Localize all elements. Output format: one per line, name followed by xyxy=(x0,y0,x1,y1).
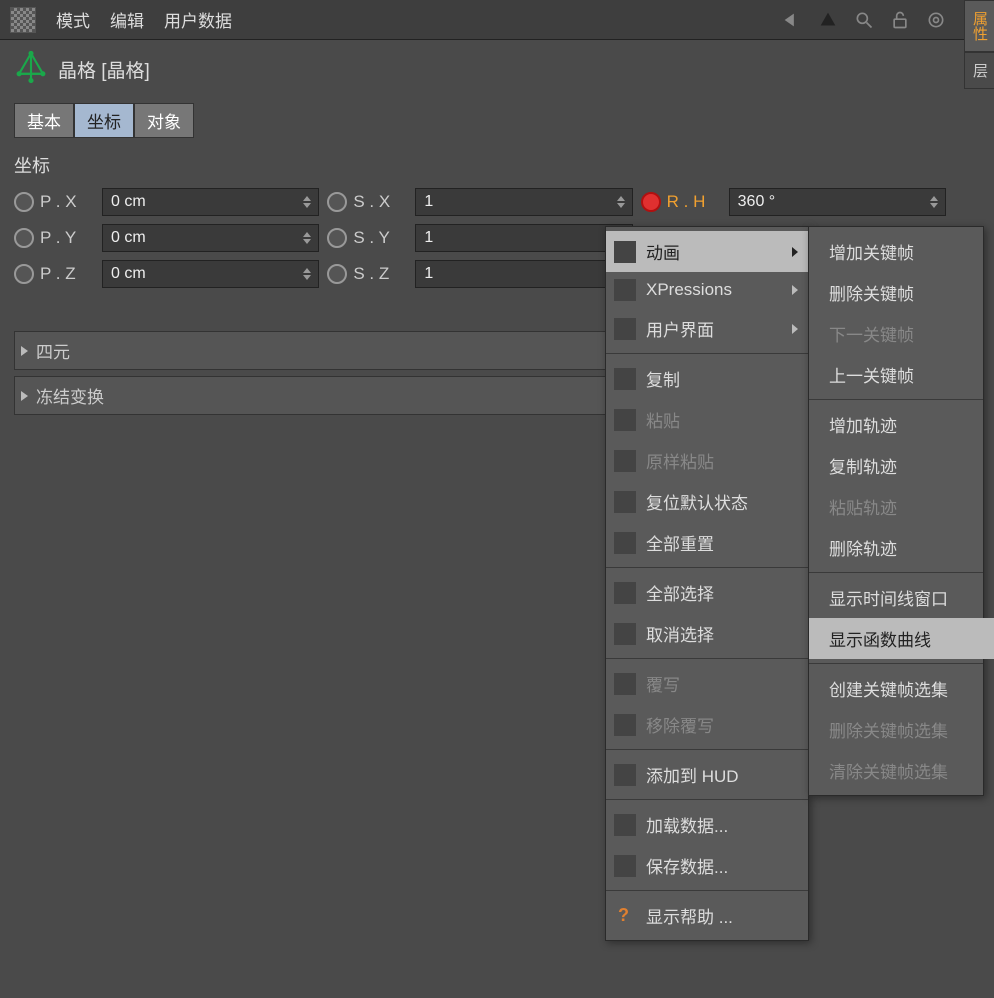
ctx-clear-keyset[interactable]: 清除关键帧选集 xyxy=(809,750,994,791)
mode-icon[interactable] xyxy=(10,7,36,33)
label-rh: R . H xyxy=(667,192,723,212)
ctx-copy-track[interactable]: 复制轨迹 xyxy=(809,445,994,486)
coord-sy: S . Y 1 xyxy=(327,224,632,252)
nav-up-icon[interactable] xyxy=(816,8,840,32)
spinner-icon[interactable] xyxy=(300,190,314,214)
section-title-coordinates: 坐标 xyxy=(14,152,946,178)
keyframe-dot-sx[interactable] xyxy=(327,192,347,212)
field-sx[interactable]: 1 xyxy=(415,188,632,216)
spinner-icon[interactable] xyxy=(300,226,314,250)
spinner-icon[interactable] xyxy=(614,190,628,214)
target-icon[interactable] xyxy=(924,8,948,32)
lock-icon[interactable] xyxy=(888,8,912,32)
tab-object[interactable]: 对象 xyxy=(134,103,194,138)
ctx-paste[interactable]: 粘贴 xyxy=(606,399,808,440)
ctx-next-keyframe[interactable]: 下一关键帧 xyxy=(809,313,994,354)
ctx-animation[interactable]: 动画 xyxy=(606,231,808,272)
coord-px: P . X 0 cm xyxy=(14,188,319,216)
ctx-paste-track[interactable]: 粘贴轨迹 xyxy=(809,486,994,527)
ctx-add-hud[interactable]: 添加到 HUD xyxy=(606,754,808,795)
field-sz[interactable]: 1 xyxy=(415,260,632,288)
ctx-delete-track[interactable]: 删除轨迹 xyxy=(809,527,994,568)
label-pz: P . Z xyxy=(40,264,96,284)
triangle-right-icon xyxy=(21,391,28,401)
field-px[interactable]: 0 cm xyxy=(102,188,319,216)
ctx-deselect[interactable]: 取消选择 xyxy=(606,613,808,654)
label-sx: S . X xyxy=(353,192,409,212)
ctx-reset-default[interactable]: 复位默认状态 xyxy=(606,481,808,522)
ctx-paste-identical[interactable]: 原样粘贴 xyxy=(606,440,808,481)
ctx-select-all[interactable]: 全部选择 xyxy=(606,572,808,613)
object-header: 晶格 [晶格] xyxy=(14,50,946,89)
ctx-show-timeline[interactable]: 显示时间线窗口 xyxy=(809,577,994,618)
keyframe-dot-sy[interactable] xyxy=(327,228,347,248)
keyframe-dot-pz[interactable] xyxy=(14,264,34,284)
menu-edit[interactable]: 编辑 xyxy=(110,7,144,32)
object-type-icon xyxy=(14,50,48,89)
context-menu-animation: 增加关键帧 删除关键帧 下一关键帧 上一关键帧 增加轨迹 复制轨迹 粘贴轨迹 删… xyxy=(808,226,984,796)
ctx-delete-keyframe[interactable]: 删除关键帧 xyxy=(809,272,994,313)
spinner-icon[interactable] xyxy=(927,190,941,214)
search-icon[interactable] xyxy=(852,8,876,32)
coord-py: P . Y 0 cm xyxy=(14,224,319,252)
nav-back-icon[interactable] xyxy=(780,8,804,32)
label-sy: S . Y xyxy=(353,228,409,248)
field-py[interactable]: 0 cm xyxy=(102,224,319,252)
ctx-userinterface[interactable]: 用户界面 xyxy=(606,308,808,349)
spinner-icon[interactable] xyxy=(300,262,314,286)
ctx-delete-keyset[interactable]: 删除关键帧选集 xyxy=(809,709,994,750)
coord-pz: P . Z 0 cm xyxy=(14,260,319,288)
keyframe-dot-rh[interactable] xyxy=(641,192,661,212)
toolbar: 模式 编辑 用户数据 xyxy=(0,0,994,40)
ctx-remove-override[interactable]: 移除覆写 xyxy=(606,704,808,745)
ctx-create-keyset[interactable]: 创建关键帧选集 xyxy=(809,668,994,709)
ctx-load-data[interactable]: 加载数据... xyxy=(606,804,808,845)
coord-sz: S . Z 1 xyxy=(327,260,632,288)
context-menu-main: 动画 XPressions 用户界面 复制 粘贴 原样粘贴 复位默认状态 全部重… xyxy=(605,226,809,941)
keyframe-dot-px[interactable] xyxy=(14,192,34,212)
help-icon: ? xyxy=(618,905,629,926)
side-tabs: 属性 层 xyxy=(964,0,994,89)
keyframe-dot-py[interactable] xyxy=(14,228,34,248)
side-tab-attributes[interactable]: 属性 xyxy=(964,0,994,52)
side-tab-layers[interactable]: 层 xyxy=(964,52,994,89)
coord-rh: R . H 360 ° xyxy=(641,188,946,216)
label-sz: S . Z xyxy=(353,264,409,284)
ctx-add-track[interactable]: 增加轨迹 xyxy=(809,404,994,445)
object-title: 晶格 [晶格] xyxy=(58,56,150,83)
menu-mode[interactable]: 模式 xyxy=(56,7,90,32)
ctx-reset-all[interactable]: 全部重置 xyxy=(606,522,808,563)
ctx-override[interactable]: 覆写 xyxy=(606,663,808,704)
ctx-prev-keyframe[interactable]: 上一关键帧 xyxy=(809,354,994,395)
label-px: P . X xyxy=(40,192,96,212)
ctx-xpressions[interactable]: XPressions xyxy=(606,272,808,308)
menu-userdata[interactable]: 用户数据 xyxy=(164,7,232,32)
coord-sx: S . X 1 xyxy=(327,188,632,216)
keyframe-dot-sz[interactable] xyxy=(327,264,347,284)
triangle-right-icon xyxy=(21,346,28,356)
ctx-save-data[interactable]: 保存数据... xyxy=(606,845,808,886)
ctx-show-fcurve[interactable]: 显示函数曲线 xyxy=(809,618,994,659)
ctx-add-keyframe[interactable]: 增加关键帧 xyxy=(809,231,994,272)
field-rh[interactable]: 360 ° xyxy=(729,188,946,216)
field-pz[interactable]: 0 cm xyxy=(102,260,319,288)
ctx-copy[interactable]: 复制 xyxy=(606,358,808,399)
ctx-show-help[interactable]: ?显示帮助 ... xyxy=(606,895,808,936)
tab-basic[interactable]: 基本 xyxy=(14,103,74,138)
tab-coordinates[interactable]: 坐标 xyxy=(74,103,134,138)
tab-row: 基本 坐标 对象 xyxy=(14,103,946,138)
field-sy[interactable]: 1 xyxy=(415,224,632,252)
label-py: P . Y xyxy=(40,228,96,248)
